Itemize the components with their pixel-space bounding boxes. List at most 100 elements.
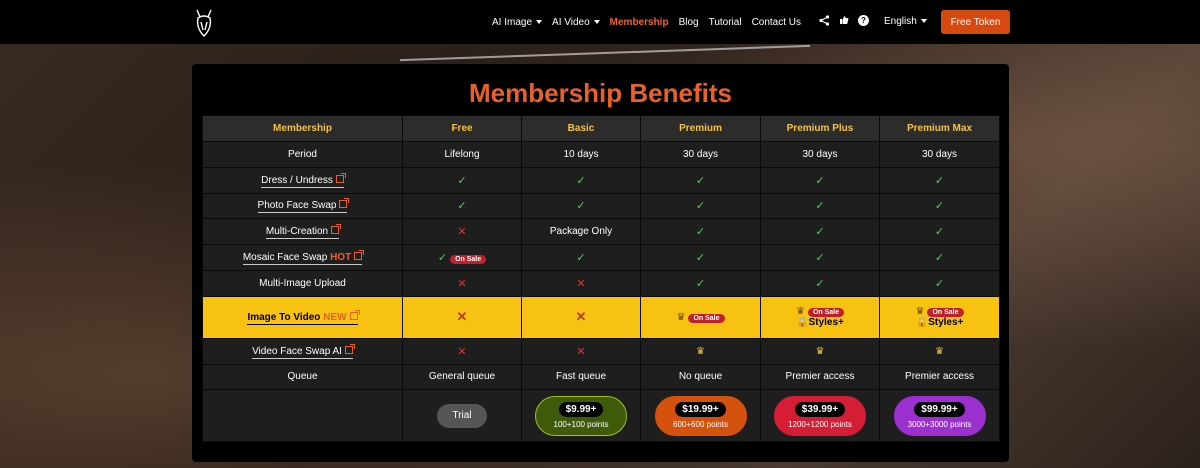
nav-blog[interactable]: Blog [679,17,699,28]
queue-value: Fast queue [555,371,607,383]
video-face-swap-row: Video Face Swap AI ✕ ✕ ♛ ♛ ♛ [202,337,1000,365]
table-row: Dress / Undress ✓ ✓ ✓ ✓ ✓ [202,166,1000,194]
buy-plan-button[interactable]: $99.99+ 3000+3000 points [893,395,986,436]
buy-plan-button[interactable]: $19.99+ 600+600 points [654,395,747,436]
table-cell: ✓ [521,192,641,220]
nav-ai-video[interactable]: AI Video [552,17,600,28]
thumbs-up-icon[interactable] [838,14,850,26]
cell-value: Package Only [549,226,613,238]
table-row: Mosaic Face Swap HOT ✓ On Sale ✓ ✓ ✓ ✓ [202,244,1000,271]
row-label [202,389,403,443]
trial-button[interactable]: Trial [437,403,487,428]
external-link-icon [335,172,346,183]
table-cell: ♛ On Sale 🔒Styles+ [760,295,880,339]
plan-points: 3000+3000 points [907,419,972,429]
buy-plan-button[interactable]: $9.99+ 100+100 points [535,395,627,436]
price-row: Trial $9.99+ 100+100 points $19.99+ 600+600 … [202,389,1000,443]
check-icon: ✓ [695,277,706,290]
cross-icon: ✕ [576,277,586,290]
check-icon: ✓ [934,252,945,265]
table-cell: ✓ [760,244,880,271]
table-cell: ✓ [521,166,641,194]
on-sale-badge: On Sale [807,308,845,318]
cross-icon: ✕ [456,309,468,325]
feature-label: Image To Video [247,311,321,323]
table-cell: $19.99+ 600+600 points [640,389,761,443]
lock-icon: 🔒 [915,317,929,329]
check-icon: ✓ [437,252,448,265]
table-cell: ✓ [879,218,1000,246]
feature-link[interactable]: Multi-Creation [265,224,342,240]
cross-icon: ✕ [576,345,586,358]
table-cell: ✓ [760,166,880,194]
table-cell: Premier access [879,363,1000,391]
table-cell: ✓ [879,192,1000,220]
nav-tutorial[interactable]: Tutorial [709,17,742,28]
period-value: 30 days [682,148,719,160]
image-to-video-row: Image To Video NEW ✕ ✕ ♛ On Sale ♛ On Sale 🔒Sty… [202,295,1000,339]
plan-price: $39.99+ [794,401,846,417]
check-icon: ✓ [695,252,706,265]
free-token-button[interactable]: Free Token [941,10,1010,34]
table-row: Multi-Image Upload ✕ ✕ ✓ ✓ ✓ [202,269,1000,297]
table-cell: $39.99+ 1200+1200 points [760,389,880,443]
period-value: 30 days [921,148,958,160]
buy-plan-button[interactable]: $39.99+ 1200+1200 points [774,395,866,436]
styles-plus-label: Styles+ [808,317,844,329]
header-basic: Basic [521,115,641,142]
table-cell: ✕ [402,337,522,365]
row-label: Multi-Image Upload [202,269,403,297]
nav-contact-us[interactable]: Contact Us [752,17,801,28]
plan-price: $19.99+ [675,401,726,417]
feature-label: Multi-Image Upload [259,277,346,289]
nav-ai-image[interactable]: AI Image [492,17,543,28]
table-cell: ✓ [879,269,1000,297]
language-selector[interactable]: English [884,16,927,27]
feature-link[interactable]: Mosaic Face Swap HOT [242,250,365,266]
check-icon: ✓ [934,200,945,213]
feature-link[interactable]: Photo Face Swap [257,198,350,214]
logo-icon[interactable] [193,8,215,38]
crown-icon: ♛ [815,345,825,357]
on-sale-badge: On Sale [927,308,964,318]
crown-icon: ♛ [696,345,705,357]
period-value: 30 days [802,148,838,160]
feature-link[interactable]: Image To Video NEW [247,309,360,325]
table-cell: $9.99+ 100+100 points [521,389,641,443]
on-sale-badge: On Sale [688,313,725,323]
queue-value: General queue [428,371,496,383]
nav-membership[interactable]: Membership [610,17,669,28]
period-label: Period [288,148,317,160]
table-cell: ✓ [760,269,880,297]
period-value: Lifelong [444,148,480,160]
table-cell: ♛ On Sale [640,295,761,339]
check-icon: ✓ [815,277,825,290]
plan-points: 600+600 points [673,419,728,429]
row-label: Queue [202,363,403,391]
external-link-icon [354,250,365,261]
row-label: Mosaic Face Swap HOT [202,244,403,271]
table-cell: ✕ [521,269,641,297]
table-cell: ✓ [521,244,641,271]
table-cell: 30 days [640,141,761,168]
table-header-row: Membership Free Basic Premium Premium Pl… [202,115,1000,142]
table-row: Photo Face Swap ✓ ✓ ✓ ✓ ✓ [202,192,1000,220]
check-icon: ✓ [695,200,706,213]
share-icon[interactable] [818,14,830,26]
check-icon: ✓ [815,226,825,239]
feature-label: Video Face Swap AI [252,345,342,357]
row-label: Image To Video NEW [202,295,403,339]
help-icon[interactable]: ? [858,14,869,26]
membership-panel: Membership Benefits Membership Free Basi… [192,64,1009,462]
table-cell: Fast queue [521,363,641,391]
feature-link[interactable]: Video Face Swap AI [252,343,355,359]
check-icon: ✓ [576,174,586,187]
styles-plus-label: Styles+ [928,317,964,329]
table-cell: ✕ [521,337,641,365]
table-cell: ♛ On Sale 🔒Styles+ [879,295,1000,339]
period-value: 10 days [563,148,599,160]
table-cell: ✕ [402,218,522,246]
plan-price: $9.99+ [558,401,604,417]
feature-badge: NEW [323,311,347,323]
feature-link[interactable]: Dress / Undress [261,172,346,188]
